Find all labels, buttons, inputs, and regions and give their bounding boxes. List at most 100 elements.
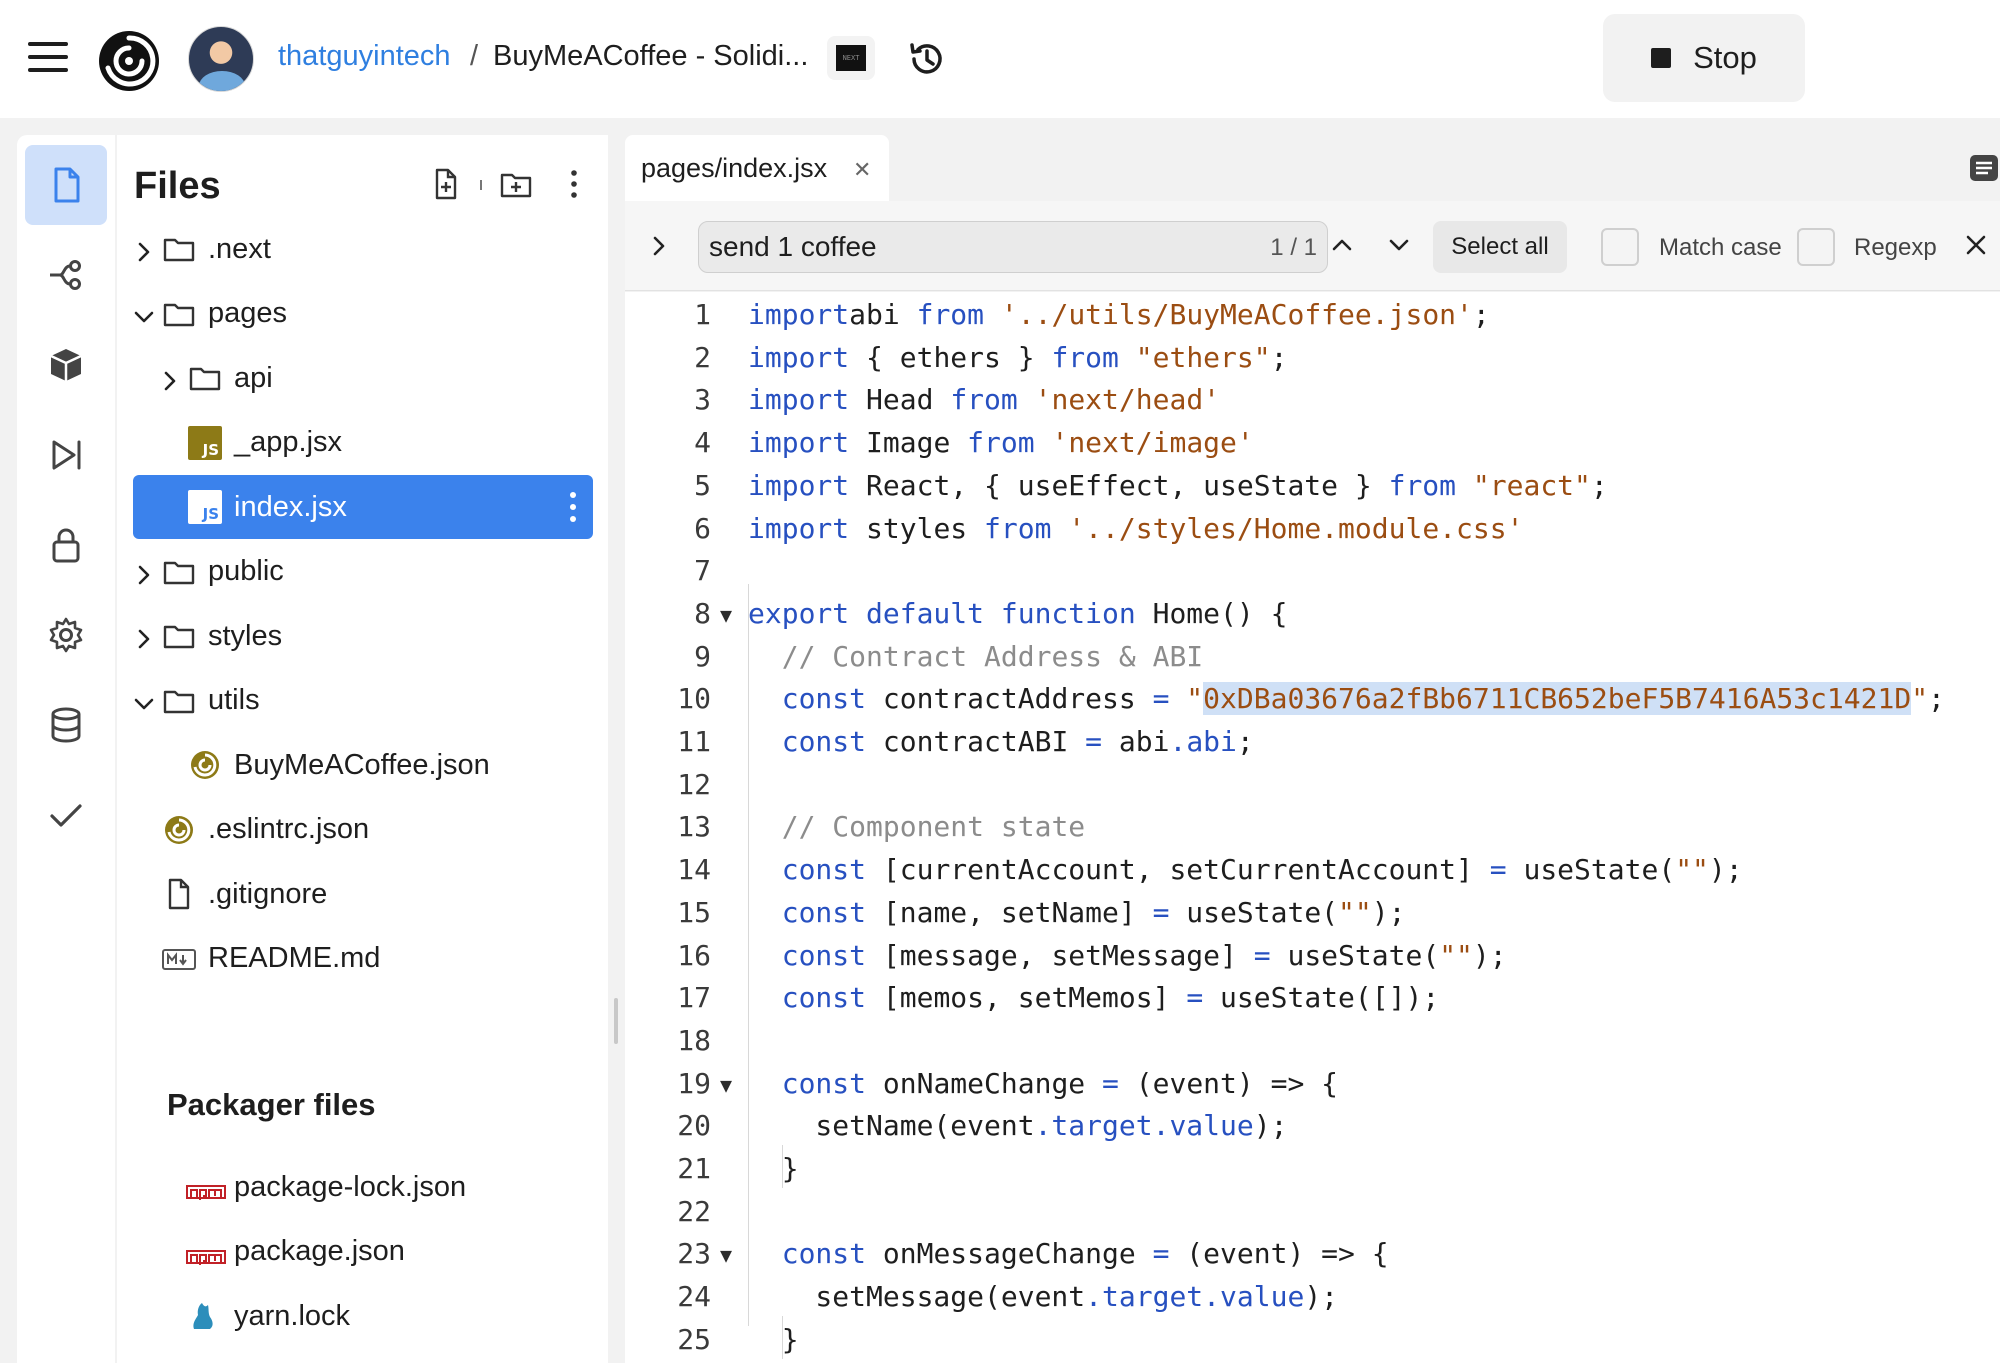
breadcrumb-user-link[interactable]: thatguyintech bbox=[278, 40, 451, 73]
packager-file[interactable]: package.json bbox=[133, 1220, 593, 1284]
outline-icon[interactable] bbox=[1968, 153, 2000, 183]
code-line: 21 } bbox=[625, 1146, 2000, 1189]
tests-tool-button[interactable] bbox=[25, 775, 107, 855]
avatar[interactable] bbox=[188, 26, 254, 92]
checkmark-icon bbox=[50, 804, 82, 827]
line-number: 6 bbox=[694, 511, 711, 545]
history-icon[interactable] bbox=[906, 38, 948, 80]
tree-file[interactable]: JS index.jsx bbox=[133, 475, 593, 539]
fold-toggle-icon[interactable]: ▼ bbox=[720, 1243, 732, 1267]
tree-file[interactable]: .gitignore bbox=[133, 862, 593, 926]
code-token: const bbox=[781, 853, 867, 887]
chevron-right-icon[interactable] bbox=[133, 238, 155, 262]
find-match-count: 1 / 1 bbox=[1270, 234, 1317, 261]
tree-file[interactable]: BuyMeACoffee.json bbox=[133, 733, 593, 797]
code-line: 22 bbox=[625, 1189, 2000, 1232]
new-folder-icon[interactable] bbox=[499, 167, 533, 201]
file-icon bbox=[54, 167, 80, 203]
code-text: importabi from '../utils/BuyMeACoffee.js… bbox=[748, 298, 1490, 331]
search-match-highlight: 0xDBa03676a2fBb6711CB652beF5B7416A53c142… bbox=[1203, 682, 1912, 716]
code-token: onMessageChange bbox=[866, 1237, 1153, 1271]
chevron-down-icon[interactable] bbox=[133, 690, 155, 712]
packager-file-label: package-lock.json bbox=[234, 1170, 467, 1203]
code-text: const contractABI = abi.abi; bbox=[748, 725, 1254, 758]
line-number: 2 bbox=[694, 340, 711, 374]
tree-folder[interactable]: pages bbox=[133, 282, 593, 346]
chevron-right-icon[interactable] bbox=[133, 561, 155, 584]
code-token: = bbox=[1085, 725, 1103, 758]
code-line: 2 import { ethers } from "ethers"; bbox=[625, 335, 2000, 378]
chevron-up-icon[interactable] bbox=[1328, 231, 1356, 259]
code-token: = bbox=[1253, 938, 1271, 972]
database-tool-button[interactable] bbox=[25, 685, 107, 765]
nextjs-template-icon[interactable]: NEXT bbox=[827, 36, 875, 80]
code-token: = bbox=[1102, 1066, 1119, 1100]
tree-folder[interactable]: styles bbox=[133, 604, 593, 668]
code-token: abi bbox=[849, 298, 917, 331]
chevron-down-icon[interactable] bbox=[133, 303, 155, 325]
more-options-icon[interactable] bbox=[569, 491, 577, 523]
sidebar-resize-handle[interactable] bbox=[614, 998, 618, 1044]
files-tool-button[interactable] bbox=[25, 145, 107, 225]
match-case-checkbox[interactable] bbox=[1601, 228, 1639, 266]
code-token: 'next/image' bbox=[1034, 426, 1254, 460]
tree-folder[interactable]: utils bbox=[133, 669, 593, 733]
lock-icon bbox=[52, 528, 80, 563]
code-editor[interactable]: 1 importabi from '../utils/BuyMeACoffee.j… bbox=[625, 292, 2000, 1363]
packager-file[interactable]: package-lock.json bbox=[133, 1155, 593, 1219]
code-token: ); bbox=[1304, 1280, 1339, 1314]
line-number: 17 bbox=[677, 981, 711, 1015]
chevron-right-icon[interactable] bbox=[133, 625, 155, 649]
code-token: ; bbox=[1590, 468, 1608, 502]
select-all-button[interactable]: Select all bbox=[1433, 221, 1567, 273]
code-token: from bbox=[1388, 468, 1457, 502]
code-token: export default function bbox=[748, 596, 1136, 630]
tree-file[interactable]: JS _app.jsx bbox=[133, 411, 593, 475]
tree-file[interactable]: .eslintrc.json bbox=[133, 798, 593, 862]
line-number: 20 bbox=[677, 1109, 711, 1143]
tree-folder[interactable]: api bbox=[133, 346, 593, 410]
menu-icon[interactable] bbox=[28, 42, 68, 72]
tree-item-label: pages bbox=[208, 297, 288, 329]
settings-tool-button[interactable] bbox=[25, 595, 107, 675]
new-file-icon[interactable] bbox=[429, 167, 463, 201]
tree-item-label: public bbox=[208, 555, 284, 587]
code-line: 14 const [currentAccount, setCurrentAcco… bbox=[625, 847, 2000, 890]
code-line: 8 ▼ export default function Home() { bbox=[625, 591, 2000, 634]
regexp-checkbox[interactable] bbox=[1797, 228, 1835, 266]
json-file-icon bbox=[162, 813, 196, 847]
replit-logo-icon[interactable] bbox=[96, 28, 162, 94]
folder-icon bbox=[162, 684, 196, 718]
code-token: ); bbox=[1708, 853, 1743, 887]
secrets-tool-button[interactable] bbox=[25, 505, 107, 585]
code-text: import Head from 'next/head' bbox=[748, 383, 1220, 416]
tree-file[interactable]: README.md bbox=[133, 927, 593, 991]
chevron-right-icon[interactable] bbox=[649, 235, 669, 257]
code-token: contractABI bbox=[866, 725, 1086, 758]
tree-folder[interactable]: .next bbox=[133, 217, 593, 281]
code-text: } bbox=[748, 1152, 799, 1185]
more-options-icon[interactable] bbox=[557, 167, 591, 201]
debugger-tool-button[interactable] bbox=[25, 415, 107, 495]
code-token: from bbox=[916, 298, 985, 331]
chevron-right-icon[interactable] bbox=[159, 367, 181, 391]
close-find-icon[interactable] bbox=[1962, 231, 1990, 259]
close-icon[interactable]: ✕ bbox=[853, 157, 871, 183]
code-token: const bbox=[781, 725, 867, 758]
packages-tool-button[interactable] bbox=[25, 325, 107, 405]
tab-index-jsx[interactable]: pages/index.jsx bbox=[625, 135, 889, 201]
find-input[interactable]: send 1 coffee 1 / 1 bbox=[698, 221, 1328, 273]
git-tool-button[interactable] bbox=[25, 235, 107, 315]
fold-toggle-icon[interactable]: ▼ bbox=[720, 1073, 732, 1097]
stop-button[interactable]: Stop bbox=[1603, 14, 1805, 102]
code-token: from bbox=[984, 511, 1052, 545]
packager-file[interactable]: yarn.lock bbox=[133, 1284, 593, 1348]
chevron-down-icon[interactable] bbox=[1385, 231, 1413, 259]
tree-folder[interactable]: public bbox=[133, 540, 593, 604]
gear-icon bbox=[49, 617, 83, 653]
code-line: 17 const [memos, setMemos] = useState([]… bbox=[625, 975, 2000, 1018]
breadcrumb-repo-name[interactable]: BuyMeACoffee - Solidi... bbox=[493, 40, 808, 73]
fold-toggle-icon[interactable]: ▼ bbox=[720, 603, 732, 627]
code-text: const onMessageChange = (event) => { bbox=[748, 1237, 1389, 1270]
